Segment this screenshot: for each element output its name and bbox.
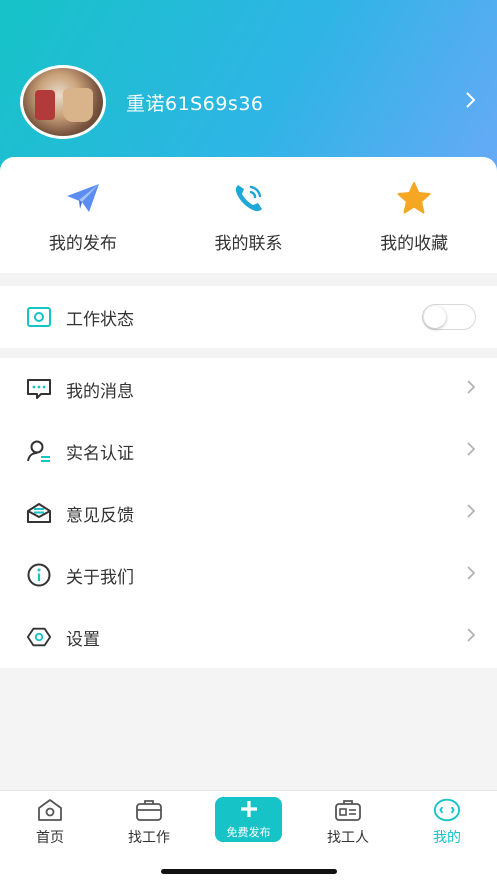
quick-action-my-contacts[interactable]: 我的联系 (166, 157, 332, 273)
tab-find-job[interactable]: 找工作 (109, 797, 189, 847)
work-status-icon (26, 304, 52, 330)
quick-action-label: 我的发布 (48, 234, 117, 254)
chevron-right-icon (466, 379, 476, 400)
user-verify-icon (26, 438, 52, 464)
username: 重诺61S69s36 (126, 92, 264, 115)
plus-icon (240, 800, 258, 821)
avatar[interactable] (20, 65, 106, 139)
message-icon (26, 376, 52, 402)
menu-item-settings[interactable]: 设置 (0, 606, 497, 668)
briefcase-icon (135, 797, 163, 823)
work-status-toggle[interactable] (422, 304, 476, 330)
menu-item-about[interactable]: 关于我们 (0, 544, 497, 606)
toggle-knob (424, 306, 446, 328)
settings-icon (26, 624, 52, 650)
quick-action-label: 我的联系 (214, 234, 283, 254)
chevron-right-icon (465, 90, 477, 114)
free-publish-button[interactable]: 免费发布 (215, 797, 282, 842)
home-indicator (161, 869, 337, 874)
menu-item-verification[interactable]: 实名认证 (0, 420, 497, 482)
menu-item-messages[interactable]: 我的消息 (0, 358, 497, 420)
work-status-label: 工作状态 (66, 309, 134, 330)
menu-item-label: 关于我们 (66, 567, 134, 588)
tab-home[interactable]: 首页 (10, 797, 90, 847)
menu-item-label: 实名认证 (66, 443, 134, 464)
tab-find-worker[interactable]: 找工人 (308, 797, 388, 847)
tab-mine[interactable]: 我的 (407, 797, 487, 847)
home-icon (36, 797, 64, 823)
chevron-right-icon (466, 627, 476, 648)
quick-action-my-posts[interactable]: 我的发布 (0, 157, 166, 273)
feedback-icon (26, 500, 52, 526)
chevron-right-icon (466, 441, 476, 462)
tab-label: 我的 (433, 830, 461, 846)
quick-actions-card: 我的发布 我的联系 我的收藏 (0, 157, 497, 273)
menu-item-feedback[interactable]: 意见反馈 (0, 482, 497, 544)
menu-list: 我的消息 实名认证 意见反馈 关于我们 设置 (0, 358, 497, 668)
info-icon (26, 562, 52, 588)
work-status-row: 工作状态 (0, 286, 497, 348)
star-icon (395, 179, 433, 217)
tab-label: 首页 (36, 830, 64, 846)
phone-icon (230, 179, 268, 217)
menu-item-label: 我的消息 (66, 381, 134, 402)
mine-face-icon (433, 797, 461, 823)
menu-item-label: 意见反馈 (66, 505, 134, 526)
menu-item-label: 设置 (66, 629, 100, 650)
paper-plane-icon (64, 179, 102, 217)
profile-row[interactable]: 重诺61S69s36 (20, 65, 485, 139)
tab-label: 找工人 (327, 830, 369, 846)
chevron-right-icon (466, 565, 476, 586)
quick-action-my-favorites[interactable]: 我的收藏 (331, 157, 497, 273)
chevron-right-icon (466, 503, 476, 524)
quick-action-label: 我的收藏 (380, 234, 449, 254)
tab-label: 找工作 (128, 830, 170, 846)
publish-label: 免费发布 (226, 825, 271, 839)
id-card-icon (334, 797, 362, 823)
